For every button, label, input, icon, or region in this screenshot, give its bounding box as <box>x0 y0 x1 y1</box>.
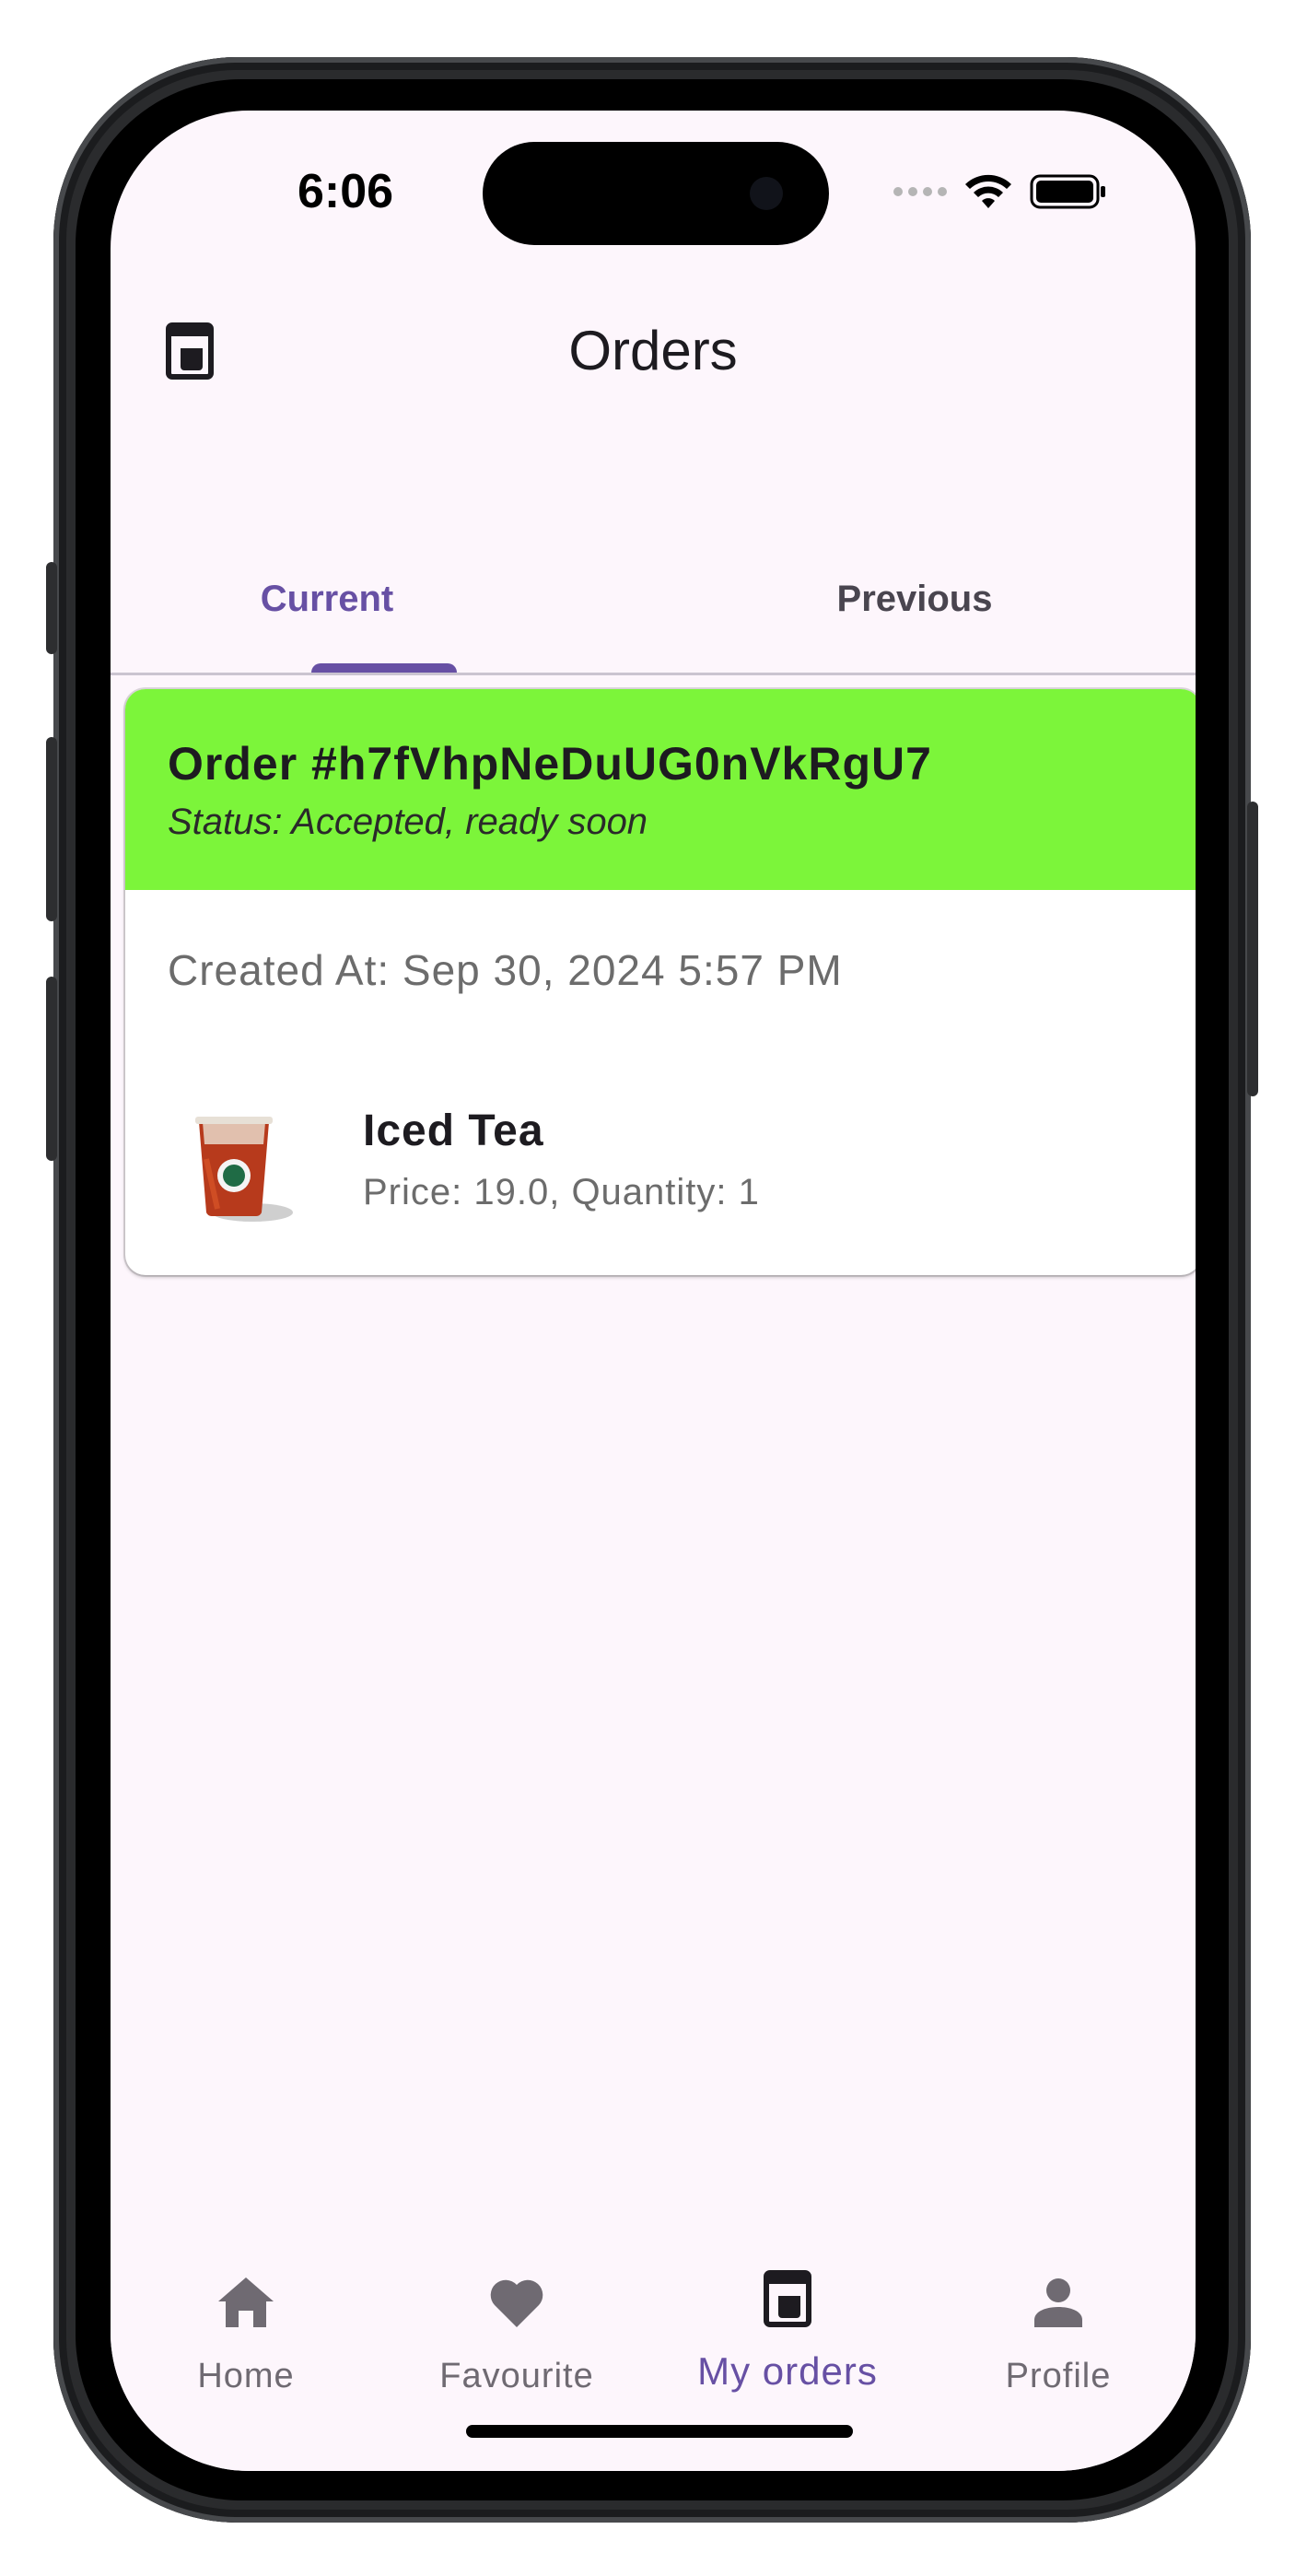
iced-tea-image <box>181 1104 309 1228</box>
nav-item-profile[interactable]: Profile <box>923 2257 1194 2441</box>
tab-current[interactable]: Current <box>111 544 599 673</box>
tab-divider <box>111 673 1196 675</box>
app-screen: 6:06 Orders Current Previous Order #h7fV… <box>111 111 1196 2471</box>
camera-icon <box>750 177 783 210</box>
volume-down-button <box>46 977 57 1161</box>
action-button <box>46 562 57 654</box>
item-name: Iced Tea <box>363 1107 544 1155</box>
order-card[interactable]: Order #h7fVhpNeDuUG0nVkRgU7 Status: Acce… <box>125 689 1196 1275</box>
order-status: Status: Accepted, ready soon <box>168 802 648 842</box>
battery-icon <box>1030 174 1105 209</box>
dynamic-island <box>483 142 829 245</box>
order-card-header: Order #h7fVhpNeDuUG0nVkRgU7 Status: Acce… <box>125 689 1196 890</box>
nav-item-home[interactable]: Home <box>111 2257 381 2441</box>
signal-dots-icon <box>893 187 947 196</box>
nav-label-profile: Profile <box>1005 2357 1112 2395</box>
person-icon <box>1034 2278 1082 2327</box>
coffee-machine-icon <box>764 2270 811 2327</box>
wifi-icon <box>965 174 1011 208</box>
bottom-navigation: Home Favourite My orders Profile <box>111 2257 1196 2471</box>
volume-up-button <box>46 737 57 921</box>
heart-icon <box>490 2279 543 2327</box>
tab-indicator <box>311 663 457 673</box>
power-button <box>1247 802 1258 1096</box>
nav-item-favourite[interactable]: Favourite <box>381 2257 652 2441</box>
nav-item-my-orders[interactable]: My orders <box>652 2257 923 2441</box>
item-detail: Price: 19.0, Quantity: 1 <box>363 1172 760 1212</box>
nav-label-my-orders: My orders <box>697 2349 878 2393</box>
status-icons <box>893 173 1107 210</box>
page-title: Orders <box>568 320 738 381</box>
order-tabs: Current Previous <box>111 544 1196 673</box>
home-indicator <box>466 2425 853 2438</box>
home-icon <box>218 2277 274 2327</box>
nav-label-favourite: Favourite <box>439 2357 594 2395</box>
status-time: 6:06 <box>297 165 394 218</box>
tab-previous[interactable]: Previous <box>717 544 1113 673</box>
nav-label-home: Home <box>197 2357 295 2395</box>
order-created-at: Created At: Sep 30, 2024 5:57 PM <box>168 946 843 994</box>
order-title: Order #h7fVhpNeDuUG0nVkRgU7 <box>168 738 932 790</box>
